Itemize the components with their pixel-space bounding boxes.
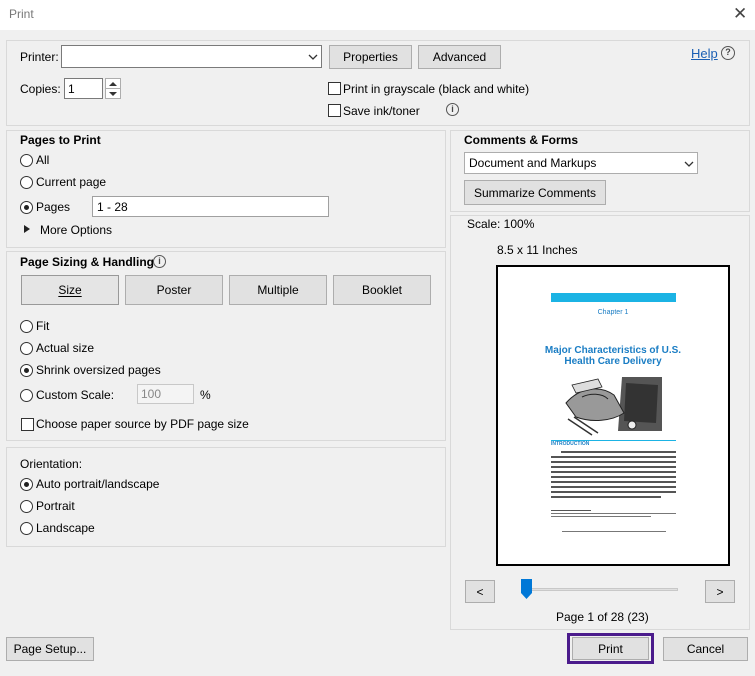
- tab-size-label: Size: [58, 283, 82, 297]
- page-slider-thumb[interactable]: [521, 579, 532, 599]
- doc-title: Major Characteristics of U.S. Health Car…: [498, 345, 728, 367]
- custom-scale-label: Custom Scale:: [36, 388, 115, 402]
- stepper-down-icon[interactable]: [106, 89, 120, 99]
- pages-radio[interactable]: [20, 201, 33, 214]
- cartoon-image: [562, 373, 666, 437]
- title-bar: [0, 0, 755, 30]
- comments-select[interactable]: Document and Markups: [464, 152, 698, 174]
- comments-heading: Comments & Forms: [464, 133, 579, 147]
- chapter-label: Chapter 1: [597, 309, 629, 316]
- page-info: Page 1 of 28 (23): [556, 610, 649, 624]
- prev-page-button[interactable]: <: [465, 580, 495, 603]
- comments-value: Document and Markups: [469, 156, 597, 170]
- page-setup-button[interactable]: Page Setup...: [6, 637, 94, 661]
- tab-poster[interactable]: Poster: [125, 275, 223, 305]
- intro-heading: INTRODUCTION: [551, 441, 590, 447]
- info-icon[interactable]: i: [446, 103, 459, 116]
- tab-size[interactable]: Size: [21, 275, 119, 305]
- custom-scale-value: 100: [141, 387, 162, 401]
- cancel-button[interactable]: Cancel: [663, 637, 748, 661]
- fit-label: Fit: [36, 319, 50, 333]
- all-radio[interactable]: [20, 154, 33, 167]
- landscape-radio[interactable]: [20, 522, 33, 535]
- orientation-heading: Orientation:: [20, 457, 83, 471]
- advanced-button[interactable]: Advanced: [418, 45, 501, 69]
- tab-multiple[interactable]: Multiple: [229, 275, 327, 305]
- properties-button[interactable]: Properties: [329, 45, 412, 69]
- portrait-label: Portrait: [36, 499, 75, 513]
- actual-size-label: Actual size: [36, 341, 95, 355]
- page-preview: Chapter 1 Major Characteristics of U.S. …: [496, 265, 730, 566]
- copies-stepper[interactable]: [105, 78, 121, 99]
- close-icon[interactable]: ✕: [733, 4, 747, 24]
- stepper-up-icon[interactable]: [106, 79, 120, 89]
- save-ink-checkbox[interactable]: [328, 104, 341, 117]
- auto-orientation-label: Auto portrait/landscape: [36, 477, 160, 491]
- grayscale-checkbox[interactable]: [328, 82, 341, 95]
- pages-range-value: 1 - 28: [97, 200, 128, 214]
- current-page-label: Current page: [36, 175, 107, 189]
- body-text: [551, 451, 676, 501]
- copies-label: Copies:: [20, 82, 61, 96]
- pages-label: Pages: [36, 200, 71, 214]
- shrink-oversized-label: Shrink oversized pages: [36, 363, 161, 377]
- paper-source-label: Choose paper source by PDF page size: [36, 417, 249, 431]
- doc-title-line-1: Major Characteristics of U.S.: [544, 345, 682, 356]
- more-options-label[interactable]: More Options: [40, 223, 112, 237]
- pages-to-print-heading: Pages to Print: [20, 133, 101, 147]
- next-page-button[interactable]: >: [705, 580, 735, 603]
- page-slider-track[interactable]: [524, 588, 678, 591]
- summarize-comments-button[interactable]: Summarize Comments: [464, 180, 606, 205]
- paper-source-checkbox[interactable]: [21, 418, 34, 431]
- footnote: [551, 510, 676, 517]
- save-ink-label: Save ink/toner: [343, 104, 420, 118]
- shrink-oversized-radio[interactable]: [20, 364, 33, 377]
- print-button[interactable]: Print: [572, 637, 649, 660]
- paper-size-label: 8.5 x 11 Inches: [497, 243, 578, 257]
- grayscale-label: Print in grayscale (black and white): [343, 82, 530, 96]
- chapter-bar: [551, 293, 676, 302]
- portrait-radio[interactable]: [20, 500, 33, 513]
- help-link[interactable]: Help: [691, 46, 718, 61]
- copies-input[interactable]: 1: [64, 78, 103, 99]
- pages-range-input[interactable]: 1 - 28: [92, 196, 329, 217]
- chevron-down-icon: [308, 54, 318, 60]
- all-label: All: [36, 153, 50, 167]
- expand-arrow-icon[interactable]: [24, 225, 31, 233]
- copyright-line: [562, 531, 666, 532]
- percent-label: %: [200, 388, 211, 402]
- help-icon[interactable]: ?: [721, 46, 735, 60]
- info-icon[interactable]: i: [153, 255, 166, 268]
- printer-label: Printer:: [20, 50, 59, 64]
- landscape-label: Landscape: [36, 521, 95, 535]
- doc-title-line-2: Health Care Delivery: [564, 356, 662, 367]
- page-sizing-heading: Page Sizing & Handling: [20, 255, 155, 269]
- auto-orientation-radio[interactable]: [20, 478, 33, 491]
- scale-label: Scale: 100%: [467, 217, 535, 231]
- custom-scale-input[interactable]: 100: [137, 384, 194, 404]
- tab-booklet[interactable]: Booklet: [333, 275, 431, 305]
- custom-scale-radio[interactable]: [20, 389, 33, 402]
- actual-size-radio[interactable]: [20, 342, 33, 355]
- fit-radio[interactable]: [20, 320, 33, 333]
- current-page-radio[interactable]: [20, 176, 33, 189]
- copies-value: 1: [68, 82, 75, 96]
- window-title: Print: [9, 7, 34, 21]
- chevron-down-icon: [684, 161, 694, 167]
- printer-select[interactable]: [61, 45, 322, 68]
